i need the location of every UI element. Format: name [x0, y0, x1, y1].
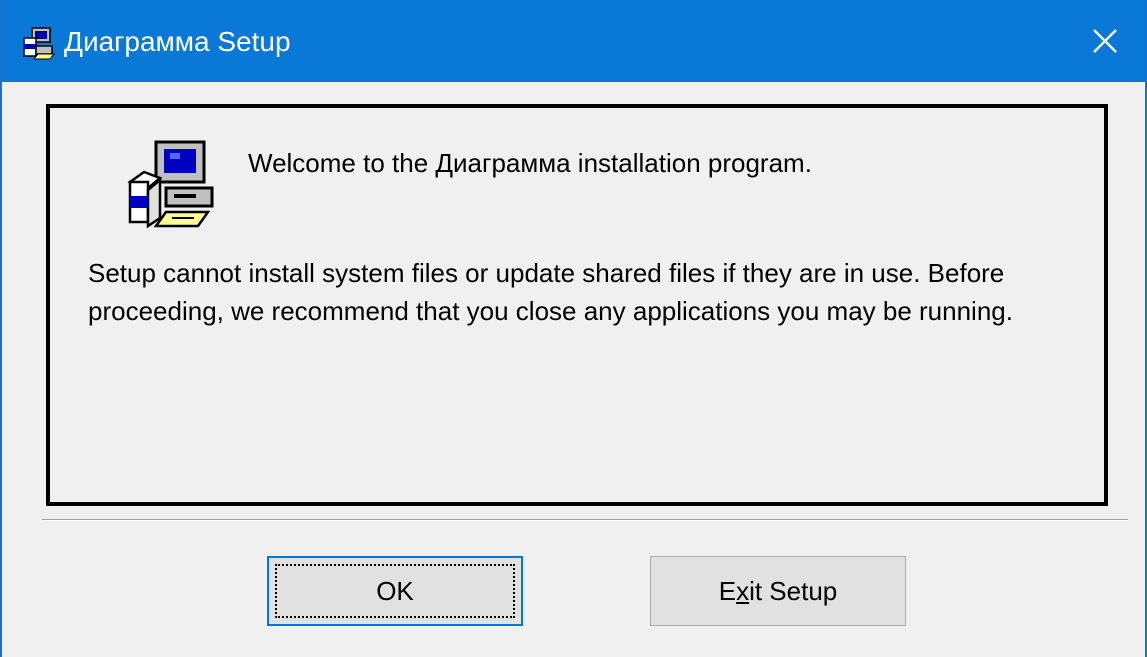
setup-computer-icon [127, 140, 214, 229]
message-panel: Welcome to the Диаграмма installation pr… [46, 104, 1108, 506]
focus-ring [275, 564, 515, 618]
ok-button[interactable]: OK [267, 556, 523, 626]
setup-computer-icon [23, 27, 56, 60]
title-bar[interactable]: Диаграмма Setup [2, 0, 1145, 82]
exit-setup-button[interactable]: Exit Setup [650, 556, 906, 626]
separator [42, 519, 1128, 521]
close-button[interactable] [1065, 0, 1145, 82]
warning-message: Setup cannot install system files or upd… [88, 258, 1013, 326]
window-title: Диаграмма Setup [64, 26, 291, 57]
setup-dialog-window: Диаграмма Setup Welcome to the Диаграмма… [0, 0, 1147, 657]
welcome-text: Welcome to the Диаграмма installation pr… [248, 148, 812, 178]
close-icon [1093, 29, 1117, 53]
exit-setup-button-label: Exit Setup [718, 575, 838, 606]
